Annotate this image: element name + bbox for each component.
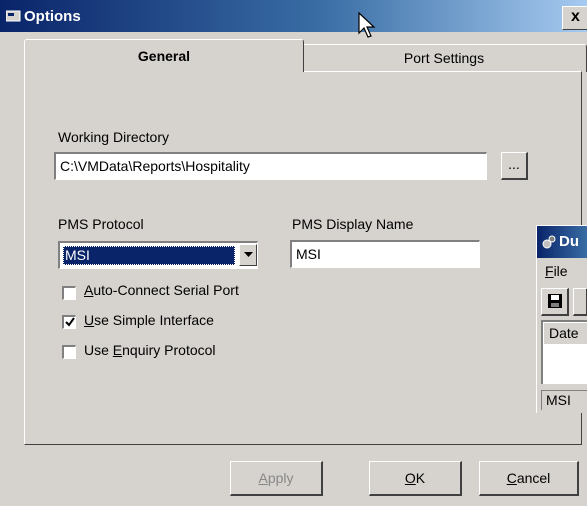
apply-hotkey: A [258,470,268,486]
pms-protocol-value: MSI [63,246,235,265]
apply-button[interactable]: Apply [230,461,323,496]
app-icon [542,235,556,249]
pms-protocol-label: PMS Protocol [58,216,144,232]
enquiry-protocol-hotkey: E [112,342,123,358]
file-menu[interactable]: File [545,263,568,279]
file-menu-text: ile [553,263,568,279]
pms-display-name-field[interactable]: MSI [290,240,480,268]
status-bar: MSI [541,390,587,410]
background-window-title-bar[interactable]: Du [537,226,587,258]
simple-interface-checkbox[interactable] [62,315,76,329]
background-window[interactable]: Du File Date MSI [536,225,587,413]
background-window-title: Du [559,233,579,250]
enquiry-protocol-text: nquiry Protocol [122,342,216,358]
ok-text: K [415,470,426,486]
floppy-disk-icon [547,294,562,308]
chevron-down-icon [244,252,253,257]
working-directory-field[interactable]: C:\VMData\Reports\Hospitality [54,152,487,180]
checkmark-icon [64,317,75,327]
browse-button[interactable]: ... [501,152,528,180]
auto-connect-text: uto-Connect Serial Port [93,282,239,298]
cancel-button[interactable]: Cancel [479,461,579,496]
mouse-cursor-icon [358,12,376,38]
simple-interface-hotkey: U [84,312,95,328]
pms-display-name-label: PMS Display Name [292,216,414,232]
save-button[interactable] [541,288,569,316]
enquiry-protocol-label[interactable]: Use Enquiry Protocol [84,342,216,358]
cancel-hotkey: C [506,470,517,486]
simple-interface-text: se Simple Interface [94,312,214,328]
ok-hotkey: O [404,470,416,486]
working-directory-label: Working Directory [58,129,169,145]
enquiry-protocol-checkbox[interactable] [62,345,76,359]
dropdown-button[interactable] [239,244,257,266]
app-icon [6,10,21,22]
tab-general[interactable]: General [24,39,304,72]
pms-protocol-select[interactable]: MSI [58,241,258,269]
cancel-text: ancel [516,470,551,486]
close-button[interactable]: x [562,6,587,30]
title-bar[interactable]: Options x [0,0,587,32]
data-list[interactable]: Date [541,320,587,384]
tab-port-settings[interactable]: Port Settings [302,44,587,72]
date-column-header[interactable]: Date [543,322,587,344]
auto-connect-hotkey: A [84,282,94,298]
auto-connect-label[interactable]: Auto-Connect Serial Port [84,282,239,298]
simple-interface-label[interactable]: Use Simple Interface [84,312,214,328]
enquiry-protocol-prefix: Use [84,342,113,358]
window-title: Options [24,8,81,25]
file-menu-hotkey: F [545,263,554,279]
toolbar-button[interactable] [573,288,587,316]
auto-connect-checkbox[interactable] [62,286,76,300]
apply-text: pply [267,470,294,486]
ok-button[interactable]: OK [369,461,462,496]
